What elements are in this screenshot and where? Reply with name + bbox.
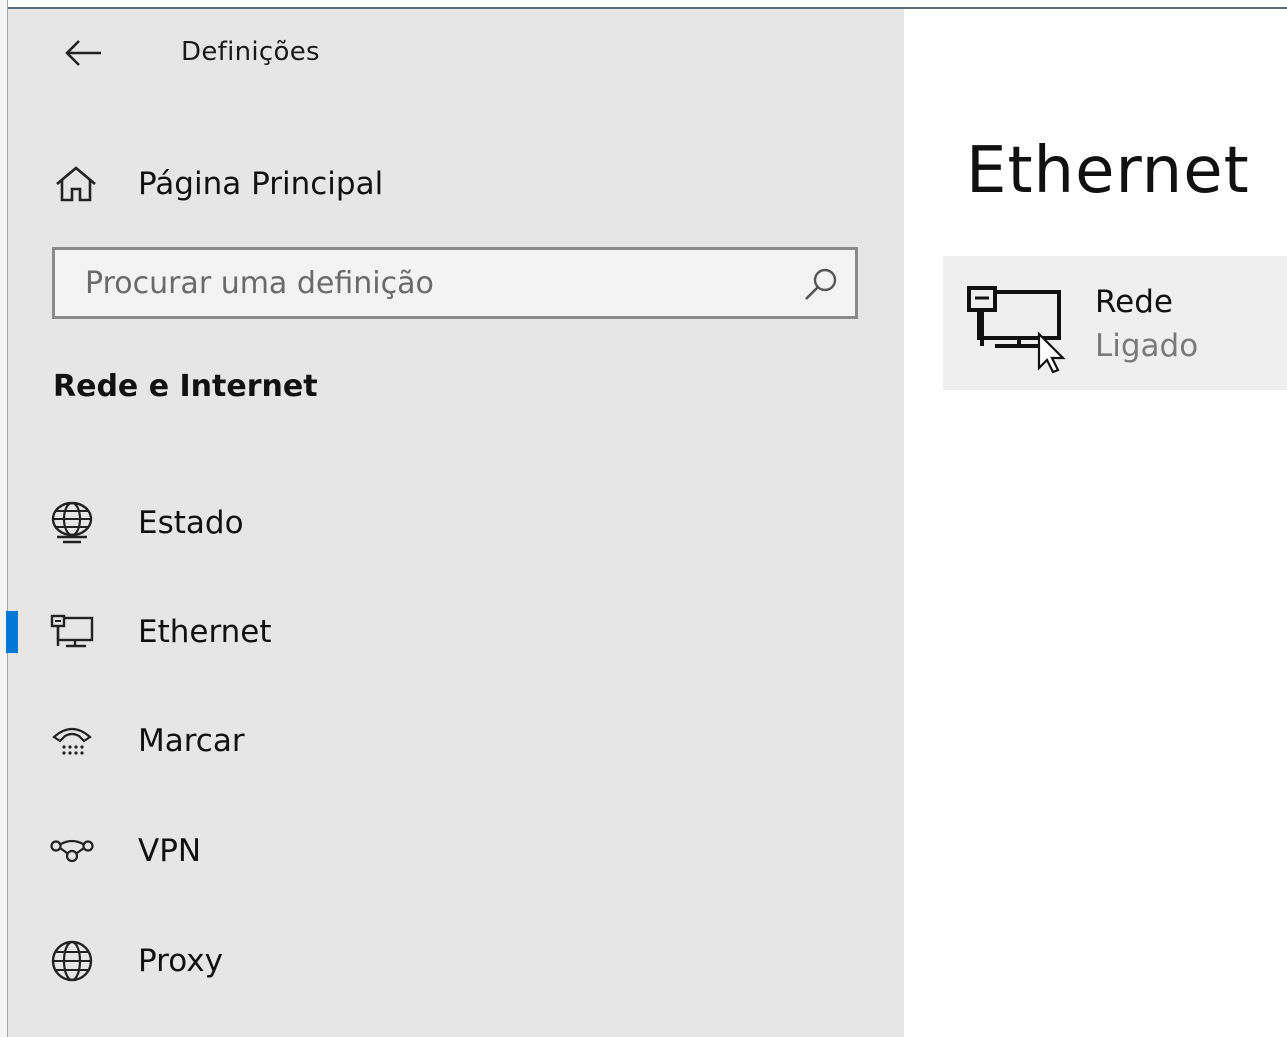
search-icon[interactable] <box>801 264 841 304</box>
home-icon <box>50 164 102 204</box>
settings-window: Definições Página Principal Rede e Inter… <box>0 0 1287 1037</box>
sidebar-item-label: Marcar <box>138 723 245 759</box>
globe-status-icon <box>48 501 96 545</box>
vpn-icon <box>48 829 96 873</box>
sidebar-item-ethernet[interactable]: Ethernet <box>6 591 904 673</box>
search-box[interactable] <box>52 247 858 319</box>
main-content: Ethernet Rede Ligado <box>904 9 1287 1037</box>
page-title: Ethernet <box>966 134 1250 208</box>
selection-indicator <box>6 611 18 653</box>
sidebar-item-vpn[interactable]: VPN <box>8 810 904 892</box>
sidebar-item-label: Estado <box>138 505 244 541</box>
network-name: Rede <box>1095 284 1173 320</box>
section-title: Rede e Internet <box>53 369 318 404</box>
window-top-edge <box>0 0 1287 9</box>
home-label: Página Principal <box>138 166 384 202</box>
sidebar-item-proxy[interactable]: Proxy <box>8 920 904 1002</box>
ethernet-icon <box>48 610 96 654</box>
network-card[interactable]: Rede Ligado <box>943 256 1287 390</box>
sidebar-item-label: VPN <box>138 833 202 869</box>
network-status: Ligado <box>1095 328 1199 364</box>
back-button[interactable] <box>56 29 110 77</box>
sidebar-item-estado[interactable]: Estado <box>8 482 904 564</box>
home-link[interactable]: Página Principal <box>48 154 648 214</box>
back-arrow-icon <box>65 40 101 66</box>
sidebar-item-marcar[interactable]: Marcar <box>8 700 904 782</box>
ethernet-computer-icon <box>967 286 1066 374</box>
sidebar: Definições Página Principal Rede e Inter… <box>6 9 904 1037</box>
search-input[interactable] <box>55 250 795 316</box>
globe-icon <box>48 939 96 983</box>
sidebar-item-label: Proxy <box>138 943 223 979</box>
sidebar-item-label: Ethernet <box>138 614 272 650</box>
app-title: Definições <box>181 37 320 67</box>
window-left-edge <box>0 0 8 1037</box>
dial-up-phone-icon <box>48 719 96 763</box>
